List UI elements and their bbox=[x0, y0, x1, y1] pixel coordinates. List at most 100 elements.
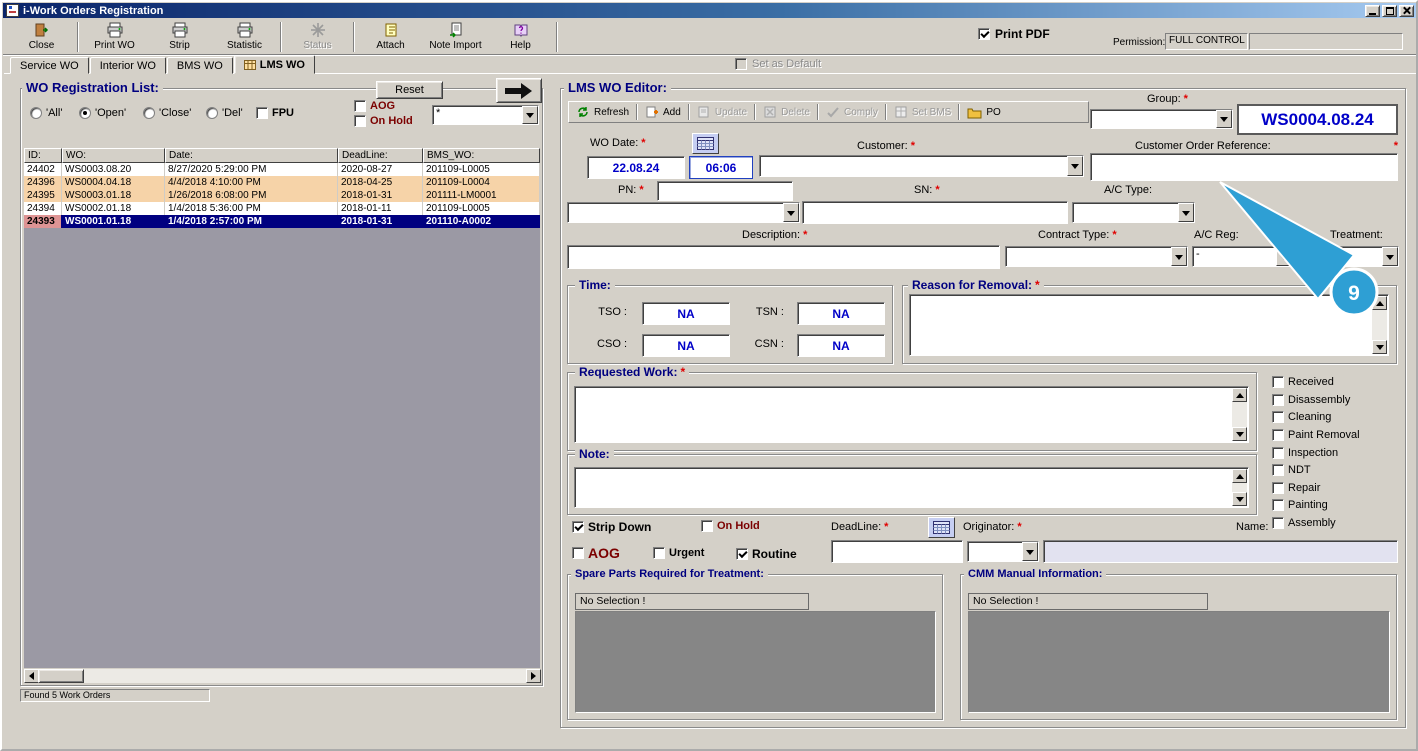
next-arrow-button[interactable] bbox=[496, 78, 542, 103]
checkbox-indicator[interactable] bbox=[354, 100, 366, 112]
column-header-bms[interactable]: BMS_WO: bbox=[423, 148, 540, 163]
filter-fpu-checkbox[interactable]: FPU bbox=[256, 107, 294, 119]
table-row[interactable]: 24402 WS0003.08.20 8/27/2020 5:29:00 PM … bbox=[24, 163, 540, 176]
chevron-down-icon[interactable] bbox=[1178, 203, 1194, 222]
note-textarea[interactable] bbox=[574, 467, 1249, 508]
scroll-down-button[interactable] bbox=[1232, 427, 1247, 441]
customer-value[interactable] bbox=[760, 156, 1067, 176]
attach-button[interactable]: Attach bbox=[358, 20, 423, 52]
strip-button[interactable]: Strip bbox=[147, 20, 212, 52]
checkbox-indicator[interactable] bbox=[653, 547, 665, 559]
checkbox-indicator[interactable] bbox=[1272, 517, 1284, 529]
vertical-scrollbar[interactable] bbox=[1232, 469, 1247, 506]
column-header-deadline[interactable]: DeadLine: bbox=[338, 148, 423, 163]
horizontal-scrollbar[interactable] bbox=[24, 669, 541, 683]
checkbox-indicator[interactable] bbox=[1272, 482, 1284, 494]
spare-parts-selection[interactable]: No Selection ! bbox=[575, 593, 809, 610]
checkbox-indicator[interactable] bbox=[1272, 394, 1284, 406]
filter-open-radio[interactable]: 'Open' bbox=[79, 107, 126, 119]
scroll-up-button[interactable] bbox=[1232, 388, 1247, 402]
maximize-button[interactable] bbox=[1382, 4, 1397, 17]
step-disassembly-checkbox[interactable]: Disassembly bbox=[1272, 394, 1350, 406]
ac-type-value[interactable] bbox=[1073, 203, 1178, 222]
pn-filter-field[interactable] bbox=[657, 181, 793, 201]
tso-field[interactable]: NA bbox=[642, 302, 730, 325]
radio-indicator[interactable] bbox=[30, 107, 42, 119]
contract-type-value[interactable] bbox=[1006, 247, 1171, 266]
column-header-wo[interactable]: WO: bbox=[62, 148, 165, 163]
statistic-button[interactable]: Statistic bbox=[212, 20, 277, 52]
add-button[interactable]: Add bbox=[640, 103, 686, 121]
chevron-down-icon[interactable] bbox=[522, 106, 538, 124]
tab-interior-wo[interactable]: Interior WO bbox=[89, 57, 166, 74]
print-wo-button[interactable]: Print WO bbox=[82, 20, 147, 52]
list-search-combo[interactable]: * bbox=[432, 105, 539, 125]
table-row[interactable]: 24394 WS0002.01.18 1/4/2018 5:36:00 PM 2… bbox=[24, 202, 540, 215]
scroll-left-button[interactable] bbox=[24, 669, 39, 683]
column-header-date[interactable]: Date: bbox=[165, 148, 338, 163]
filter-on-hold-checkbox[interactable]: On Hold bbox=[354, 115, 413, 127]
close-button[interactable]: Close bbox=[9, 20, 74, 52]
list-search-value[interactable]: * bbox=[433, 106, 522, 124]
originator-value[interactable] bbox=[968, 542, 1022, 561]
cso-field[interactable]: NA bbox=[642, 334, 730, 357]
group-combo[interactable] bbox=[1090, 109, 1233, 129]
chevron-down-icon[interactable] bbox=[1022, 542, 1038, 561]
description-field[interactable] bbox=[567, 245, 1000, 269]
tab-service-wo[interactable]: Service WO bbox=[10, 57, 89, 74]
pn-combo[interactable] bbox=[567, 202, 800, 223]
wo-time-field[interactable]: 06:06 bbox=[689, 156, 753, 179]
on-hold-checkbox[interactable]: On Hold bbox=[701, 520, 760, 532]
scrollbar-thumb[interactable] bbox=[38, 669, 84, 683]
tsn-field[interactable]: NA bbox=[797, 302, 885, 325]
deadline-field[interactable] bbox=[831, 540, 963, 563]
chevron-down-icon[interactable] bbox=[1067, 156, 1083, 176]
checkbox-indicator[interactable] bbox=[701, 520, 713, 532]
column-header-id[interactable]: ID: bbox=[24, 148, 62, 163]
radio-indicator[interactable] bbox=[143, 107, 155, 119]
checkbox-indicator[interactable] bbox=[1272, 447, 1284, 459]
scroll-down-button[interactable] bbox=[1232, 492, 1247, 506]
wo-date-field[interactable]: 22.08.24 bbox=[587, 156, 685, 179]
cmm-list-area[interactable] bbox=[968, 611, 1390, 713]
chevron-down-icon[interactable] bbox=[783, 203, 799, 222]
step-assembly-checkbox[interactable]: Assembly bbox=[1272, 517, 1336, 529]
radio-indicator[interactable] bbox=[79, 107, 91, 119]
help-button[interactable]: Help bbox=[488, 20, 553, 52]
tab-lms-wo[interactable]: LMS WO bbox=[233, 55, 315, 74]
checkbox-indicator[interactable] bbox=[354, 115, 366, 127]
step-inspection-checkbox[interactable]: Inspection bbox=[1272, 447, 1338, 459]
checkbox-indicator[interactable] bbox=[572, 547, 584, 559]
filter-aog-checkbox[interactable]: AOG bbox=[354, 100, 395, 112]
step-painting-checkbox[interactable]: Painting bbox=[1272, 499, 1328, 511]
print-pdf-checkbox[interactable] bbox=[978, 28, 990, 40]
refresh-button[interactable]: Refresh bbox=[571, 103, 634, 121]
checkbox-indicator[interactable] bbox=[1272, 376, 1284, 388]
routine-checkbox[interactable]: Routine bbox=[736, 547, 797, 561]
step-ndt-checkbox[interactable]: NDT bbox=[1272, 464, 1311, 476]
scroll-right-button[interactable] bbox=[526, 669, 541, 683]
cmm-selection[interactable]: No Selection ! bbox=[968, 593, 1208, 610]
group-value[interactable] bbox=[1091, 110, 1216, 128]
contract-type-combo[interactable] bbox=[1005, 246, 1188, 267]
chevron-down-icon[interactable] bbox=[1216, 110, 1232, 128]
minimize-button[interactable] bbox=[1365, 4, 1380, 17]
checkbox-indicator[interactable] bbox=[1272, 429, 1284, 441]
requested-work-textarea[interactable] bbox=[574, 386, 1249, 443]
csn-field[interactable]: NA bbox=[797, 334, 885, 357]
vertical-scrollbar[interactable] bbox=[1232, 388, 1247, 441]
filter-close-radio[interactable]: 'Close' bbox=[143, 107, 191, 119]
po-button[interactable]: PO bbox=[962, 103, 1005, 121]
sn-field[interactable] bbox=[802, 201, 1068, 224]
table-row[interactable]: 24396 WS0004.04.18 4/4/2018 4:10:00 PM 2… bbox=[24, 176, 540, 189]
scroll-up-button[interactable] bbox=[1232, 469, 1247, 483]
originator-combo[interactable] bbox=[967, 541, 1039, 562]
urgent-checkbox[interactable]: Urgent bbox=[653, 547, 704, 559]
ac-type-combo[interactable] bbox=[1072, 202, 1195, 223]
note-import-button[interactable]: Note Import bbox=[423, 20, 488, 52]
print-pdf-option[interactable]: Print PDF bbox=[978, 27, 1050, 41]
step-repair-checkbox[interactable]: Repair bbox=[1272, 482, 1320, 494]
table-row[interactable]: 24395 WS0003.01.18 1/26/2018 6:08:00 PM … bbox=[24, 189, 540, 202]
filter-del-radio[interactable]: 'Del' bbox=[206, 107, 243, 119]
checkbox-indicator[interactable] bbox=[1272, 499, 1284, 511]
